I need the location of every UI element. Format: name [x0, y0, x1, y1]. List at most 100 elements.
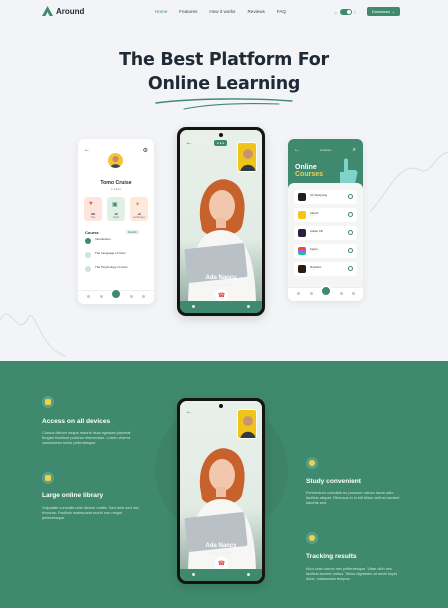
sun-icon: ☼ — [334, 9, 338, 15]
nav-link-how-it-works[interactable]: How it works — [209, 9, 235, 14]
stat-test[interactable]: ♥ 4/5 Test — [84, 197, 102, 221]
nav-profile-icon[interactable] — [352, 292, 355, 295]
library-icon — [42, 472, 54, 484]
avatar-person-icon — [110, 156, 121, 168]
nav-link-faq[interactable]: FAQ — [277, 9, 286, 14]
courses-card: ← Courses ⌕ Online Courses UX Designing … — [288, 139, 363, 301]
download-button[interactable]: Download ⌄ — [367, 7, 400, 16]
course-check-icon[interactable] — [348, 212, 353, 217]
course-item[interactable]: Sketch — — — — [294, 208, 357, 222]
stat-certificates[interactable]: ✦ +9 Certificates — [130, 197, 148, 221]
nav-messages-icon[interactable] — [130, 295, 133, 298]
lesson-title: The Psychology of Color — [95, 265, 128, 269]
figma-logo-icon — [298, 247, 306, 255]
book-icon: ▣ — [112, 202, 118, 208]
lesson-item[interactable]: The Psychology of Color — [85, 265, 147, 275]
camera-notch — [219, 133, 223, 137]
camera-notch — [219, 404, 223, 408]
course-item[interactable]: UX Designing — — — — [294, 190, 357, 204]
caller-role: Business Coach — [210, 551, 232, 555]
pointing-hand-icon — [340, 158, 358, 184]
course-meta: — — — — [310, 215, 318, 217]
nav-profile-icon[interactable] — [142, 295, 145, 298]
chevron-down-icon: ⌄ — [391, 9, 396, 14]
award-icon: ✦ — [135, 202, 141, 208]
features-phone-screen: ← Ada Nancy Business Coach ☎ — [180, 401, 262, 581]
nav-courses-icon[interactable] — [310, 292, 313, 295]
lesson-item[interactable]: Introduction — [85, 237, 147, 247]
decorative-wave-left-icon — [0, 313, 67, 357]
course-check-icon[interactable] — [348, 248, 353, 253]
profile-name: Tomo Cruise — [100, 180, 132, 186]
hero-title-line1: The Best Platform For — [119, 50, 329, 70]
course-section-title: Course — [85, 230, 99, 235]
add-fab-button[interactable] — [319, 285, 332, 297]
download-button-label: Download — [371, 9, 390, 14]
hero-phone-screen: ← ● ● ● Ada Nancy Business Coach ☎ — [180, 130, 262, 313]
add-fab-button[interactable] — [110, 288, 122, 300]
profile-role-badge: ● ●●●● — [111, 187, 121, 191]
course-item[interactable]: Adobe XD — — — — [294, 226, 357, 240]
back-arrow-icon[interactable]: ← — [84, 147, 90, 153]
call-control-bar — [180, 569, 262, 581]
pip-person-icon — [240, 149, 256, 171]
chat-icon[interactable] — [247, 305, 250, 308]
nav-courses-icon[interactable] — [100, 295, 103, 298]
lesson-play-icon — [85, 238, 91, 244]
course-check-icon[interactable] — [348, 266, 353, 271]
nav-links: Home Features How it works Reviews FAQ — [155, 9, 286, 14]
features-phone: ← Ada Nancy Business Coach ☎ — [177, 398, 265, 584]
nav-link-home[interactable]: Home — [155, 9, 167, 14]
feature-title: Tracking results — [306, 553, 357, 560]
self-view-pip[interactable] — [237, 142, 257, 172]
nav-home-icon[interactable] — [87, 295, 90, 298]
decorative-wave-right-icon — [370, 151, 448, 213]
call-control-bar — [180, 301, 262, 313]
course-details-tag[interactable]: Details — [126, 230, 139, 234]
courses-title-line2: Courses — [295, 171, 324, 178]
mic-icon[interactable] — [192, 305, 195, 308]
caller-role: Business Coach — [210, 283, 232, 287]
heart-icon: ♥ — [89, 201, 93, 207]
self-view-pip[interactable] — [237, 409, 257, 439]
feature-title: Study convenient — [306, 478, 361, 485]
courses-list: UX Designing — — — Sketch — — — Adobe XD… — [288, 183, 363, 301]
back-arrow-icon[interactable]: ← — [186, 409, 192, 415]
lesson-item[interactable]: The Language of Color — [85, 251, 147, 261]
courses-title: Online Courses — [295, 164, 323, 178]
lesson-title: Introduction — [95, 237, 111, 241]
theme-toggle[interactable] — [339, 9, 352, 15]
courses-title-line1: Online — [295, 164, 317, 171]
course-check-icon[interactable] — [348, 230, 353, 235]
stat-notes[interactable]: ▣ 12 Notes — [107, 197, 125, 221]
nav-link-reviews[interactable]: Reviews — [247, 9, 264, 14]
mic-icon[interactable] — [192, 573, 195, 576]
course-meta: — — — — [310, 197, 318, 199]
phone-hangup-icon: ☎ — [217, 561, 226, 567]
live-badge: ● ● ● — [214, 140, 228, 146]
course-meta: — — — — [310, 233, 318, 235]
course-meta: — — — — [310, 269, 318, 271]
settings-gear-icon[interactable]: ⚙ — [143, 147, 148, 154]
theme-switch[interactable]: ☼ ☾ — [334, 9, 357, 15]
logo[interactable]: Around — [42, 6, 84, 16]
course-item[interactable]: Illustrator — — — — [294, 262, 357, 276]
chat-icon[interactable] — [247, 573, 250, 576]
lesson-play-icon — [85, 252, 91, 258]
feature-text: Vulputate convallis odio dictum mattis. … — [42, 505, 139, 521]
course-meta: — — — — [310, 251, 318, 253]
illustrator-logo-icon — [298, 265, 306, 273]
feature-text: Cursus dictum neque mauris risus egestas… — [42, 430, 131, 446]
search-icon[interactable]: ⌕ — [353, 147, 356, 154]
moon-icon: ☾ — [353, 9, 358, 15]
nav-messages-icon[interactable] — [340, 292, 343, 295]
nav-link-features[interactable]: Features — [179, 9, 197, 14]
hero-title-line2: Online Learning — [147, 74, 301, 94]
nav-home-icon[interactable] — [297, 292, 300, 295]
caller-name: Ada Nancy — [205, 275, 237, 281]
course-check-icon[interactable] — [348, 194, 353, 199]
underline-scribble-icon — [155, 98, 293, 110]
course-logo-icon — [298, 193, 306, 201]
back-arrow-icon[interactable]: ← — [186, 140, 192, 146]
course-item[interactable]: Figma — — — — [294, 244, 357, 258]
